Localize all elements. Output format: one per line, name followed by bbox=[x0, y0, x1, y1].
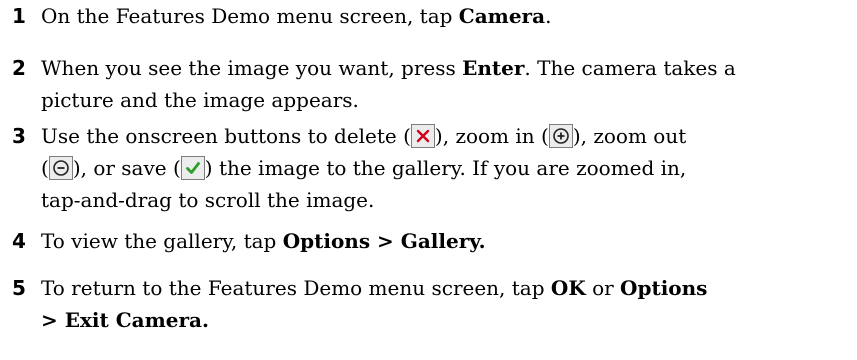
step-text: To view the gallery, tap Options > Galle… bbox=[41, 229, 486, 253]
ui-term-options: Options bbox=[620, 276, 708, 300]
ui-term-camera: Camera bbox=[458, 4, 546, 28]
step-text: On the Features Demo menu screen, tap Ca… bbox=[41, 4, 552, 28]
zoom-out-icon bbox=[48, 156, 73, 180]
ui-term-exit-camera: > Exit Camera. bbox=[41, 308, 209, 332]
step-number: 4 bbox=[12, 229, 26, 253]
ui-term-enter: Enter bbox=[462, 56, 525, 80]
ui-term-options-gallery: Options > Gallery. bbox=[282, 229, 486, 253]
step-text: Use the onscreen buttons to delete (), z… bbox=[41, 124, 687, 212]
save-checkmark-icon bbox=[180, 156, 205, 180]
step-number: 1 bbox=[12, 4, 26, 28]
step-number: 3 bbox=[12, 124, 26, 148]
step-number: 5 bbox=[12, 276, 26, 300]
step-text: To return to the Features Demo menu scre… bbox=[41, 276, 708, 332]
step-number: 2 bbox=[12, 56, 26, 80]
delete-icon bbox=[410, 124, 435, 148]
zoom-in-icon bbox=[548, 124, 573, 148]
ui-term-ok: OK bbox=[550, 276, 586, 300]
step-text: When you see the image you want, press E… bbox=[41, 56, 736, 112]
